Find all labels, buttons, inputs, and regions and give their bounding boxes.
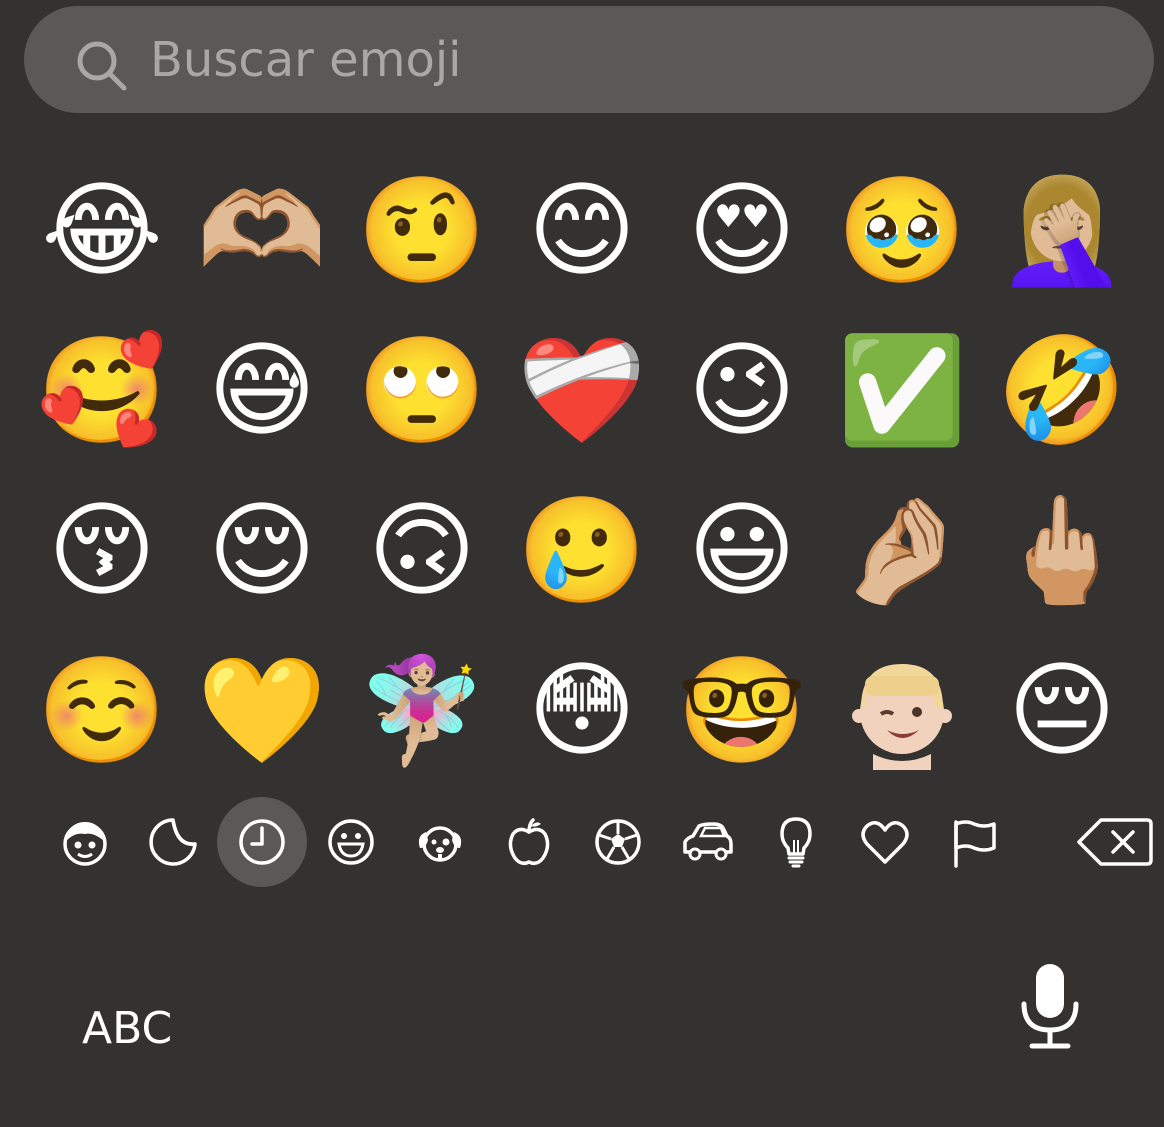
emoji-category-bar	[40, 797, 1160, 889]
emoji-nerd[interactable]: 🤓	[662, 630, 822, 790]
abc-keyboard-button[interactable]: ABC	[82, 1003, 172, 1054]
symbols-icon	[861, 821, 909, 864]
category-smileys[interactable]	[306, 797, 396, 887]
memoji-icon	[63, 822, 107, 866]
emoji-wink[interactable]: 😉	[662, 310, 822, 470]
category-memoji[interactable]	[40, 797, 130, 887]
emoji-memoji-winking[interactable]	[822, 630, 982, 790]
search-icon	[77, 41, 127, 91]
emoji-yellow-heart[interactable]: 💛	[182, 630, 342, 790]
emoji-rolling-eyes[interactable]: 🙄	[342, 310, 502, 470]
emoji-raised-eyebrow[interactable]: 🤨	[342, 150, 502, 310]
memoji-winking-icon	[852, 664, 952, 770]
recent-clock-icon	[239, 819, 285, 865]
flags-icon	[954, 820, 996, 868]
animals-icon	[418, 826, 462, 862]
emoji-rofl[interactable]: 🤣	[982, 310, 1142, 470]
emoji-flushed[interactable]: 😳	[502, 630, 662, 790]
emoji-sweat-smile[interactable]: 😅	[182, 310, 342, 470]
emoji-middle-finger[interactable]: 🖕🏼	[982, 470, 1142, 630]
category-travel[interactable]	[662, 797, 752, 887]
category-objects[interactable]	[751, 797, 841, 887]
emoji-smiling-eyes[interactable]: 😊	[502, 150, 662, 310]
emoji-fairy[interactable]: 🧚🏼‍♀️	[342, 630, 502, 790]
search-input[interactable]	[150, 24, 1110, 96]
emoji-heart-hands[interactable]: 🫶🏼	[182, 150, 342, 310]
category-stickers[interactable]	[128, 797, 218, 887]
sticker-icon	[149, 818, 197, 866]
emoji-pensive[interactable]: 😔	[982, 630, 1142, 790]
smileys-icon	[328, 819, 374, 865]
emoji-grinning[interactable]: 😃	[662, 470, 822, 630]
emoji-tears-of-joy[interactable]: 😂	[22, 150, 182, 310]
emoji-relieved[interactable]: 😌	[182, 470, 342, 630]
emoji-smiling-hearts[interactable]: 🥰	[22, 310, 182, 470]
emoji-mending-heart[interactable]: ❤️‍🩹	[502, 310, 662, 470]
emoji-smiling-tear[interactable]: 🥲	[502, 470, 662, 630]
objects-icon	[780, 817, 812, 868]
delete-icon	[1077, 818, 1153, 866]
emoji-heart-eyes[interactable]: 😍	[662, 150, 822, 310]
category-flags[interactable]	[929, 797, 1019, 887]
delete-button[interactable]	[1060, 797, 1164, 887]
category-symbols[interactable]	[840, 797, 930, 887]
food-icon	[508, 818, 550, 866]
category-recent[interactable]	[217, 797, 307, 887]
category-food[interactable]	[484, 797, 574, 887]
travel-icon	[683, 822, 733, 861]
category-animals[interactable]	[395, 797, 485, 887]
emoji-holding-back-tears[interactable]: 🥹	[822, 150, 982, 310]
category-activity[interactable]	[573, 797, 663, 887]
emoji-smiling-face[interactable]: ☺️	[22, 630, 182, 790]
microphone-icon[interactable]	[1018, 960, 1082, 1052]
emoji-check-mark[interactable]: ✅	[822, 310, 982, 470]
emoji-facepalm[interactable]: 🤦🏼‍♀️	[982, 150, 1142, 310]
emoji-upside-down[interactable]: 🙃	[342, 470, 502, 630]
emoji-pinched-fingers[interactable]: 🤌🏼	[822, 470, 982, 630]
emoji-search-bar[interactable]	[24, 6, 1154, 113]
emoji-grid: 😂 🫶🏼 🤨 😊 😍 🥹 🤦🏼‍♀️ 🥰 😅 🙄 ❤️‍🩹 😉 ✅ 🤣 😚 😌 …	[22, 150, 1142, 790]
emoji-kissing-closed-eyes[interactable]: 😚	[22, 470, 182, 630]
activity-icon	[595, 819, 641, 865]
